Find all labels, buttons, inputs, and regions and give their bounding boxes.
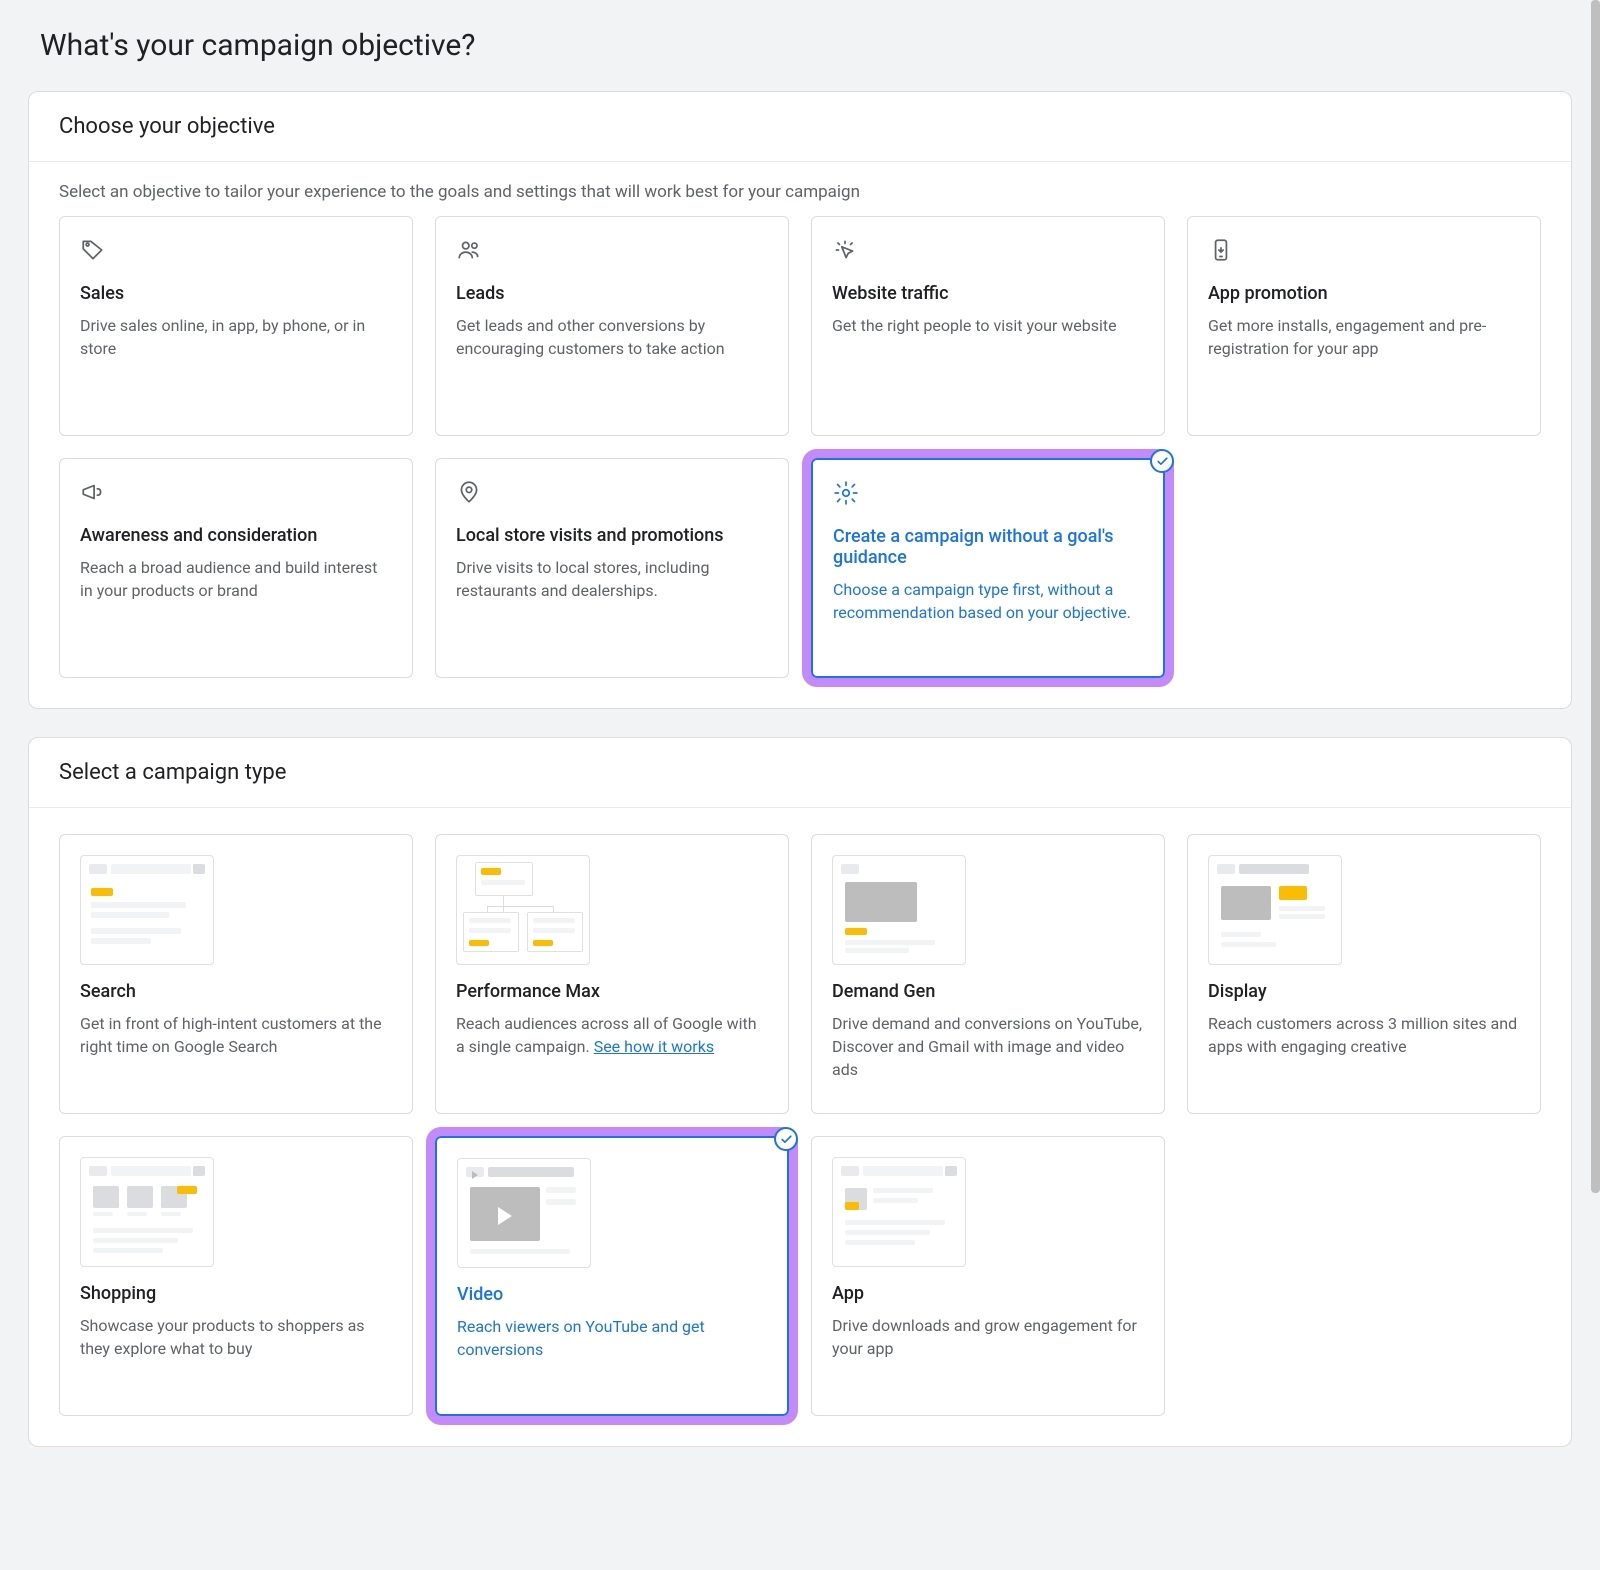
selected-check-icon	[1150, 449, 1174, 473]
card-title: Demand Gen	[832, 981, 1144, 1002]
card-description: Reach audiences across all of Google wit…	[456, 1012, 768, 1058]
objective-card-app-promotion[interactable]: App promotion Get more installs, engageme…	[1187, 216, 1541, 436]
cursor-click-icon	[832, 237, 1144, 271]
card-title: Local store visits and promotions	[456, 525, 768, 546]
objective-panel-title: Choose your objective	[59, 114, 1541, 139]
objective-panel-header: Choose your objective	[29, 92, 1571, 162]
card-title: Leads	[456, 283, 768, 304]
objective-card-website-traffic[interactable]: Website traffic Get the right people to v…	[811, 216, 1165, 436]
tag-icon	[80, 237, 392, 271]
card-description: Reach viewers on YouTube and get convers…	[457, 1315, 767, 1361]
card-title: Create a campaign without a goal's guida…	[833, 526, 1143, 568]
type-panel-header: Select a campaign type	[29, 738, 1571, 808]
card-description: Choose a campaign type first, without a …	[833, 578, 1143, 624]
objective-panel-subtitle: Select an objective to tailor your exper…	[29, 162, 1571, 216]
card-thumbnail	[832, 1157, 966, 1267]
type-grid: Search Get in front of high-intent custom…	[29, 808, 1571, 1446]
megaphone-icon	[80, 479, 392, 513]
card-title: Search	[80, 981, 392, 1002]
type-card-search[interactable]: Search Get in front of high-intent custom…	[59, 834, 413, 1114]
objective-grid: Sales Drive sales online, in app, by phon…	[29, 216, 1571, 708]
objective-card-local[interactable]: Local store visits and promotions Drive v…	[435, 458, 789, 678]
phone-icon	[1208, 237, 1520, 271]
type-card-shopping[interactable]: Shopping Showcase your products to shoppe…	[59, 1136, 413, 1416]
card-title: App	[832, 1283, 1144, 1304]
card-title: Shopping	[80, 1283, 392, 1304]
type-card-app[interactable]: App Drive downloads and grow engagement f…	[811, 1136, 1165, 1416]
gear-icon	[833, 480, 1143, 514]
card-title: Sales	[80, 283, 392, 304]
card-title: Display	[1208, 981, 1520, 1002]
card-description: Reach customers across 3 million sites a…	[1208, 1012, 1520, 1058]
people-icon	[456, 237, 768, 271]
card-description: Drive sales online, in app, by phone, or…	[80, 314, 392, 360]
card-title: Awareness and consideration	[80, 525, 392, 546]
card-description: Get more installs, engagement and pre-re…	[1208, 314, 1520, 360]
type-card-video[interactable]: Video Reach viewers on YouTube and get co…	[435, 1136, 789, 1416]
card-title: Performance Max	[456, 981, 768, 1002]
page-title: What's your campaign objective?	[40, 28, 1572, 63]
card-description: Drive downloads and grow engagement for …	[832, 1314, 1144, 1360]
type-panel: Select a campaign type Search Get in fron…	[28, 737, 1572, 1447]
card-description: Get the right people to visit your websi…	[832, 314, 1144, 337]
card-description: Showcase your products to shoppers as th…	[80, 1314, 392, 1360]
type-card-display[interactable]: Display Reach customers across 3 million …	[1187, 834, 1541, 1114]
card-title: Website traffic	[832, 283, 1144, 304]
scrollbar[interactable]	[1591, 0, 1600, 1193]
card-description: Get in front of high-intent customers at…	[80, 1012, 392, 1058]
pin-icon	[456, 479, 768, 513]
card-thumbnail	[456, 855, 590, 965]
card-title: Video	[457, 1284, 767, 1305]
objective-card-leads[interactable]: Leads Get leads and other conversions by …	[435, 216, 789, 436]
objective-card-awareness[interactable]: Awareness and consideration Reach a broad…	[59, 458, 413, 678]
card-thumbnail	[80, 855, 214, 965]
card-thumbnail	[1208, 855, 1342, 965]
selected-check-icon	[774, 1127, 798, 1151]
objective-panel: Choose your objective Select an objectiv…	[28, 91, 1572, 709]
objective-card-sales[interactable]: Sales Drive sales online, in app, by phon…	[59, 216, 413, 436]
card-thumbnail	[80, 1157, 214, 1267]
card-description: Drive visits to local stores, including …	[456, 556, 768, 602]
card-thumbnail	[457, 1158, 591, 1268]
type-card-demand-gen[interactable]: Demand Gen Drive demand and conversions o…	[811, 834, 1165, 1114]
objective-card-no-goal[interactable]: Create a campaign without a goal's guida…	[811, 458, 1165, 678]
card-description: Get leads and other conversions by encou…	[456, 314, 768, 360]
card-thumbnail	[832, 855, 966, 965]
type-card-pmax[interactable]: Performance Max Reach audiences across al…	[435, 834, 789, 1114]
type-panel-title: Select a campaign type	[59, 760, 1541, 785]
card-description: Reach a broad audience and build interes…	[80, 556, 392, 602]
card-description: Drive demand and conversions on YouTube,…	[832, 1012, 1144, 1082]
card-title: App promotion	[1208, 283, 1520, 304]
card-link[interactable]: See how it works	[594, 1037, 714, 1056]
